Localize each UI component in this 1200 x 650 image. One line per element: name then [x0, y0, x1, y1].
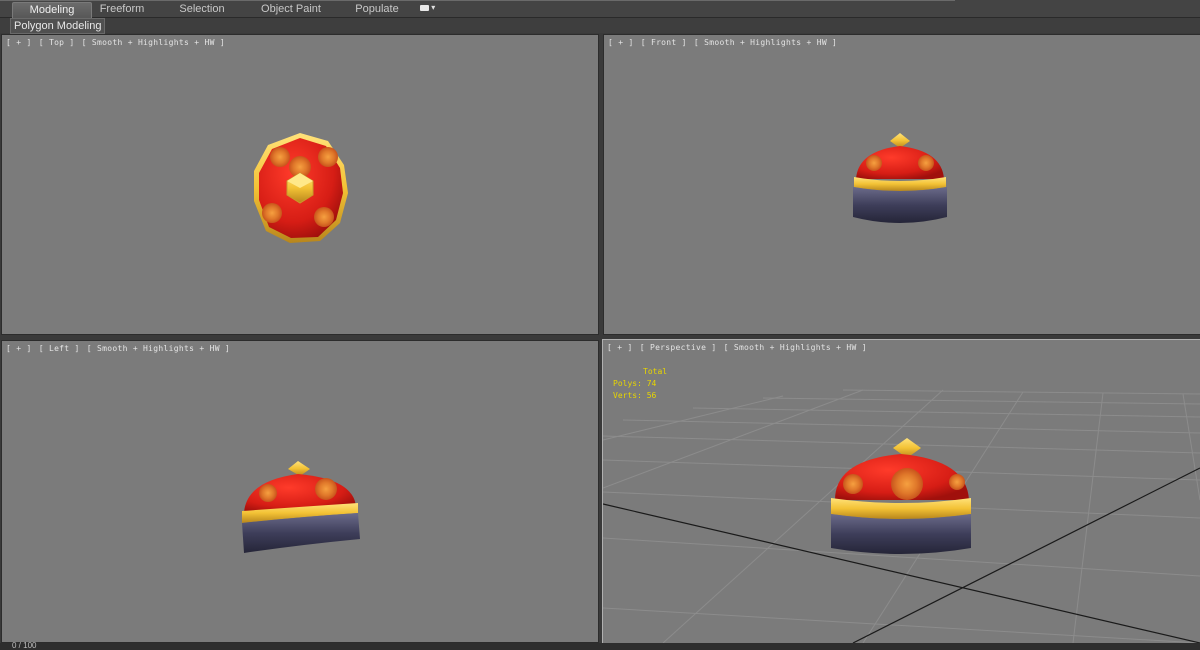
viewport-view-name[interactable]: [ Left ] — [39, 344, 80, 353]
ribbon-top-line — [0, 0, 955, 1]
tab-selection[interactable]: Selection — [170, 2, 234, 17]
viewport-shading-mode[interactable]: [ Smooth + Highlights + HW ] — [694, 38, 837, 47]
viewport-menu-plus[interactable]: [ + ] — [6, 38, 32, 47]
viewport-label-perspective[interactable]: [ + ] [ Perspective ] [ Smooth + Highlig… — [607, 343, 869, 352]
frame-counter: 0 / 100 — [12, 641, 37, 650]
ribbon-subbar: Polygon Modeling — [0, 18, 1200, 34]
viewport-view-name[interactable]: [ Front ] — [641, 38, 687, 47]
hat-top-view — [254, 133, 348, 243]
viewport-shading-mode[interactable]: [ Smooth + Highlights + HW ] — [82, 38, 225, 47]
hat-left-view — [242, 461, 360, 553]
ribbon-tab-bar: Modeling Freeform Selection Object Paint… — [0, 0, 1200, 18]
viewport-menu-plus[interactable]: [ + ] — [6, 344, 32, 353]
viewport-top[interactable]: [ + ] [ Top ] [ Smooth + Highlights + HW… — [1, 34, 599, 335]
time-slider-bar[interactable]: 0 / 100 — [0, 641, 1200, 650]
viewport-shading-mode[interactable]: [ Smooth + Highlights + HW ] — [87, 344, 230, 353]
viewport-view-name[interactable]: [ Perspective ] — [640, 343, 717, 352]
viewport-label-front[interactable]: [ + ] [ Front ] [ Smooth + Highlights + … — [608, 38, 839, 47]
tab-freeform[interactable]: Freeform — [90, 2, 154, 17]
viewport-perspective[interactable]: [ + ] [ Perspective ] [ Smooth + Highlig… — [602, 339, 1200, 644]
viewport-front[interactable]: [ + ] [ Front ] [ Smooth + Highlights + … — [603, 34, 1200, 335]
viewport-left[interactable]: [ + ] [ Left ] [ Smooth + Highlights + H… — [1, 340, 599, 643]
hat-front-view — [853, 133, 947, 223]
viewport-menu-plus[interactable]: [ + ] — [608, 38, 634, 47]
viewport-view-name[interactable]: [ Top ] — [39, 38, 75, 47]
stats-header: Total — [643, 367, 668, 376]
viewport-menu-plus[interactable]: [ + ] — [607, 343, 633, 352]
tab-polygon-modeling[interactable]: Polygon Modeling — [10, 18, 106, 34]
viewport-label-left[interactable]: [ + ] [ Left ] [ Smooth + Highlights + H… — [6, 344, 232, 353]
viewport-label-top[interactable]: [ + ] [ Top ] [ Smooth + Highlights + HW… — [6, 38, 227, 47]
camera-dropdown-icon[interactable]: ▾ — [420, 3, 440, 15]
hat-perspective-view — [831, 438, 971, 554]
tab-object-paint[interactable]: Object Paint — [252, 2, 330, 17]
tab-modeling[interactable]: Modeling — [12, 2, 92, 18]
tab-populate[interactable]: Populate — [346, 2, 408, 17]
viewport-shading-mode[interactable]: [ Smooth + Highlights + HW ] — [724, 343, 867, 352]
